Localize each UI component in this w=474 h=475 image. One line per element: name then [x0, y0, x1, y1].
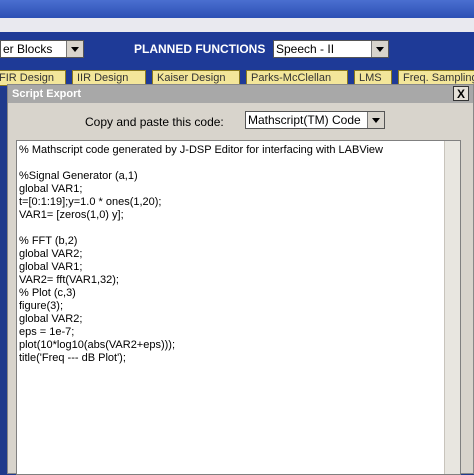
vertical-scrollbar[interactable] [444, 141, 460, 474]
code-format-select[interactable]: Mathscript(TM) Code [245, 111, 385, 129]
close-button[interactable]: X [453, 86, 469, 101]
script-export-dialog: Script Export X Copy and paste this code… [7, 84, 474, 475]
code-format-select-value: Mathscript(TM) Code [248, 113, 361, 127]
code-textarea[interactable]: % Mathscript code generated by J-DSP Edi… [16, 140, 461, 475]
blocks-select[interactable]: er Blocks [0, 40, 84, 58]
window-titlebar [0, 0, 474, 18]
functions-select-value: Speech - II [276, 42, 335, 56]
dialog-title: Script Export [8, 85, 473, 103]
blocks-select-value: er Blocks [3, 42, 53, 56]
chevron-down-icon [66, 41, 83, 57]
planned-functions-label: PLANNED FUNCTIONS [134, 42, 266, 56]
code-text: % Mathscript code generated by J-DSP Edi… [19, 144, 383, 364]
window-menu-strip [0, 18, 474, 32]
chevron-down-icon [371, 41, 388, 57]
copy-instruction-label: Copy and paste this code: [85, 115, 224, 129]
chevron-down-icon [367, 112, 384, 128]
functions-select[interactable]: Speech - II [273, 40, 389, 58]
